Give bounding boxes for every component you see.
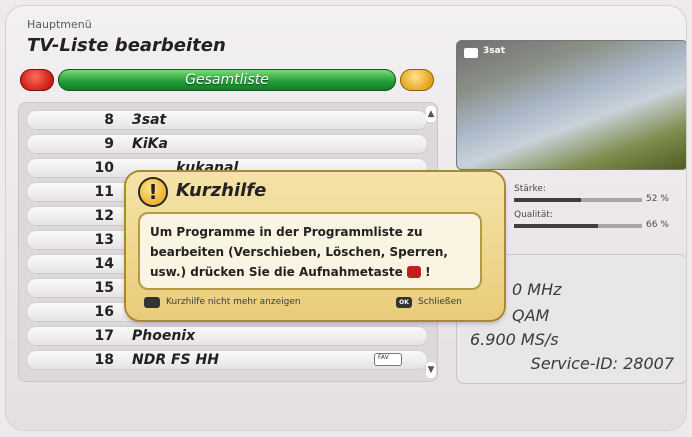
red-key-button[interactable] <box>20 69 54 91</box>
signal-quality-bar <box>514 224 642 228</box>
channel-name: 3sat <box>132 112 167 128</box>
dialog-message: Um Programme in der Programmliste zu bea… <box>140 214 480 288</box>
channel-number: 8 <box>104 112 114 128</box>
channel-number: 17 <box>94 328 114 344</box>
ok-key-icon: OK <box>396 297 412 308</box>
channel-number: 9 <box>104 136 114 152</box>
channel-row-18[interactable]: 18 NDR FS HH FAV <box>26 350 428 370</box>
signal-quality-label: Qualität: <box>514 210 553 220</box>
dialog-message-text: Um Programme in der Programmliste zu bea… <box>150 225 448 279</box>
scroll-up-icon[interactable]: ▲ <box>426 106 436 122</box>
service-id: Service-ID: 28007 <box>530 354 674 373</box>
page-title: TV-Liste bearbeiten <box>27 35 226 56</box>
channel-row-17[interactable]: 17 Phoenix <box>26 326 428 346</box>
channel-number: 13 <box>94 232 114 248</box>
channel-number: 18 <box>94 352 114 368</box>
channel-number: 10 <box>94 160 114 176</box>
channel-number: 14 <box>94 256 114 272</box>
signal-strength-value: 52 % <box>646 194 669 204</box>
help-dialog: ! Kurzhilfe Um Programme in der Programm… <box>126 172 504 320</box>
preview-channel-name: 3sat <box>483 46 505 56</box>
dialog-message-end: ! <box>425 265 431 279</box>
symbolrate-value: 6.900 MS/s <box>470 330 559 349</box>
modulation-value: QAM <box>512 306 550 325</box>
dont-show-again-button[interactable]: Kurzhilfe nicht mehr anzeigen <box>166 297 301 308</box>
frequency-value: 0 MHz <box>512 280 562 299</box>
signal-strength-label: Stärke: <box>514 184 546 194</box>
signal-strength-fill <box>514 198 581 202</box>
signal-strength-bar <box>514 198 642 202</box>
fav-badge: FAV <box>374 353 402 366</box>
yellow-key-button[interactable] <box>400 69 434 91</box>
signal-quality-fill <box>514 224 599 228</box>
tv-preview: 3sat <box>456 40 686 170</box>
channel-number: 16 <box>94 304 114 320</box>
scroll-down-icon[interactable]: ▼ <box>426 362 436 378</box>
tv-icon <box>464 48 478 58</box>
channel-row-9[interactable]: 9 KiKa <box>26 134 428 154</box>
channel-number: 12 <box>94 208 114 224</box>
channel-number: 15 <box>94 280 114 296</box>
channel-row-8[interactable]: 8 3sat <box>26 110 428 130</box>
close-button[interactable]: Schließen <box>418 297 462 308</box>
breadcrumb: Hauptmenü <box>27 18 92 31</box>
channel-number: 11 <box>94 184 114 200</box>
channel-name: NDR FS HH <box>132 352 219 368</box>
dialog-title: Kurzhilfe <box>176 180 267 201</box>
signal-quality-value: 66 % <box>646 220 669 230</box>
warning-icon: ! <box>140 179 166 205</box>
channel-name: Phoenix <box>132 328 196 344</box>
info-key-icon <box>144 297 160 308</box>
channel-name: KiKa <box>132 136 168 152</box>
list-selector-button[interactable]: Gesamtliste <box>58 69 396 91</box>
record-key-icon <box>406 266 421 278</box>
tv-screen: Hauptmenü TV-Liste bearbeiten Gesamtlist… <box>6 6 686 430</box>
